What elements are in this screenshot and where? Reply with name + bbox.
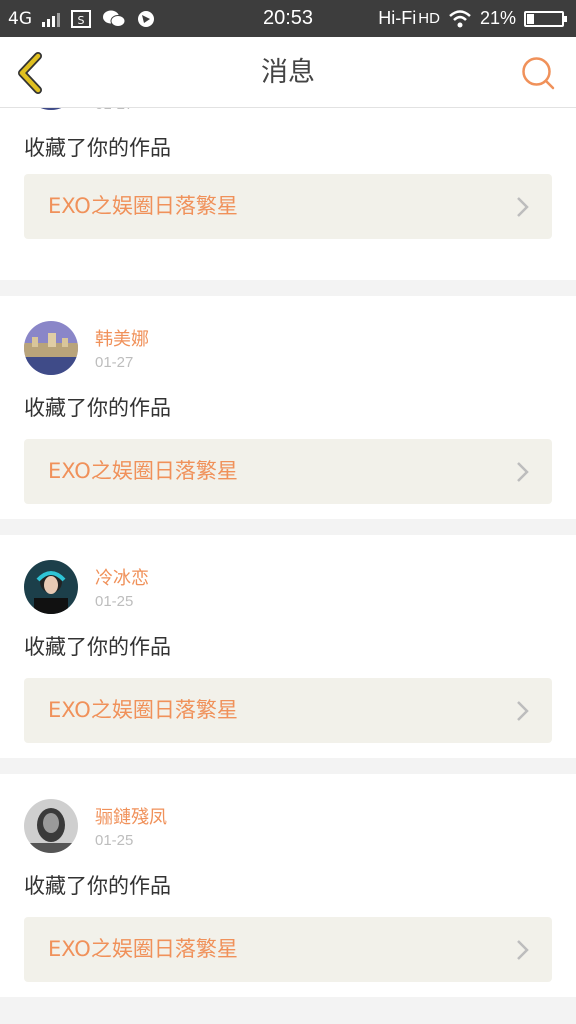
wifi-icon bbox=[449, 9, 471, 27]
chevron-right-icon bbox=[517, 197, 529, 217]
hd-label: HD bbox=[418, 10, 440, 27]
chevron-right-icon bbox=[517, 701, 529, 721]
work-title: EXO之娱圈日落繁星 bbox=[48, 459, 238, 483]
message-date: 01-27 bbox=[95, 108, 133, 113]
message-date: 01-25 bbox=[95, 593, 134, 610]
page-title: 消息 bbox=[261, 57, 315, 88]
username[interactable]: 韩美娜 bbox=[95, 325, 149, 351]
message-card: 01-27 收藏了你的作品 EXO之娱圈日落繁星 bbox=[0, 108, 576, 280]
work-title: EXO之娱圈日落繁星 bbox=[48, 937, 238, 961]
hifi-label: Hi-Fi bbox=[378, 8, 417, 28]
work-link[interactable]: EXO之娱圈日落繁星 bbox=[24, 917, 552, 982]
status-bar: 4G S 20:53 Hi-Fi HD 21% bbox=[0, 0, 576, 37]
chevron-right-icon bbox=[517, 940, 529, 960]
work-title: EXO之娱圈日落繁星 bbox=[48, 194, 238, 218]
work-link[interactable]: EXO之娱圈日落繁星 bbox=[24, 678, 552, 743]
work-link[interactable]: EXO之娱圈日落繁星 bbox=[24, 439, 552, 504]
message-date: 01-27 bbox=[95, 354, 134, 371]
battery-level bbox=[527, 13, 535, 24]
work-title: EXO之娱圈日落繁星 bbox=[48, 698, 238, 722]
status-right: Hi-Fi HD 21% bbox=[378, 0, 567, 37]
work-link[interactable]: EXO之娱圈日落繁星 bbox=[24, 174, 552, 239]
message-date: 01-25 bbox=[95, 832, 134, 849]
search-icon[interactable] bbox=[520, 55, 556, 91]
username[interactable]: 骊鏈殘凤 bbox=[95, 803, 167, 829]
app-header: 消息 bbox=[0, 37, 576, 108]
message-list[interactable]: 01-27 收藏了你的作品 EXO之娱圈日落繁星 韩美娜 01-27 收藏了你的… bbox=[0, 108, 576, 1024]
message-action: 收藏了你的作品 bbox=[24, 635, 171, 659]
message-action: 收藏了你的作品 bbox=[24, 136, 171, 160]
chevron-left-icon[interactable] bbox=[12, 51, 52, 95]
username[interactable]: 冷冰恋 bbox=[95, 564, 149, 590]
avatar[interactable] bbox=[24, 799, 78, 853]
avatar[interactable] bbox=[24, 108, 78, 110]
avatar[interactable] bbox=[24, 560, 78, 614]
battery-icon bbox=[524, 10, 567, 27]
chevron-right-icon bbox=[517, 462, 529, 482]
message-action: 收藏了你的作品 bbox=[24, 874, 171, 898]
message-action: 收藏了你的作品 bbox=[24, 396, 171, 420]
message-card: 韩美娜 01-27 收藏了你的作品 EXO之娱圈日落繁星 bbox=[0, 296, 576, 519]
message-card: 骊鏈殘凤 01-25 收藏了你的作品 EXO之娱圈日落繁星 bbox=[0, 774, 576, 997]
message-card: 冷冰恋 01-25 收藏了你的作品 EXO之娱圈日落繁星 bbox=[0, 535, 576, 758]
avatar[interactable] bbox=[24, 321, 78, 375]
battery-percent: 21% bbox=[479, 8, 516, 28]
